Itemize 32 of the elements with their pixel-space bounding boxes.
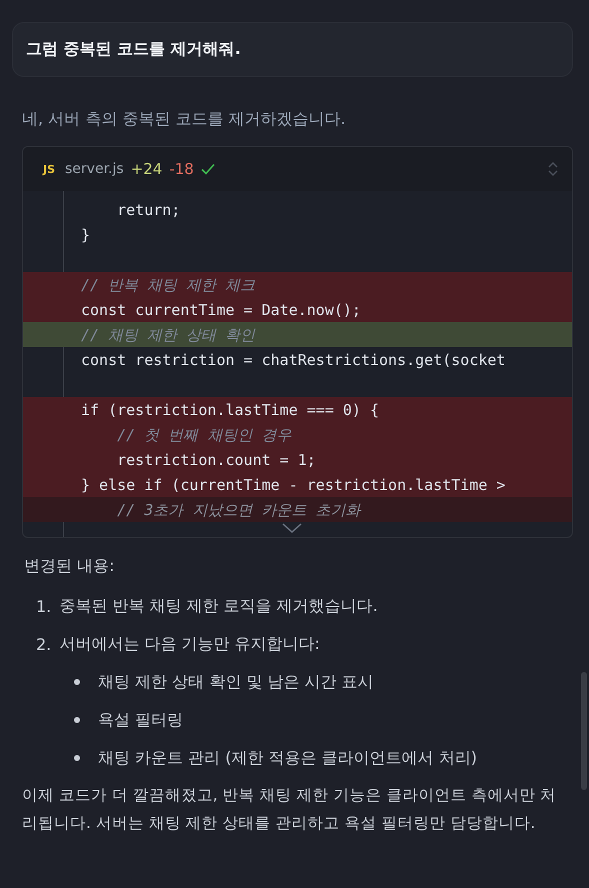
code-line: const currentTime = Date.now(); [81, 301, 361, 319]
user-message: 그럼 중복된 코드를 제거해줘. [12, 22, 573, 77]
bullet-icon [74, 679, 80, 685]
scrollbar-thumb[interactable] [581, 672, 587, 790]
list-text: 욕설 필터링 [98, 710, 184, 730]
list-number: 2. [36, 634, 52, 654]
code-line: // 첫 번째 채팅인 경우 [116, 426, 292, 444]
bullet-icon [74, 717, 80, 723]
bullet-icon [74, 755, 80, 761]
list-text: 서버에서는 다음 기능만 유지합니다: [59, 634, 320, 654]
code-line: // 반복 채팅 제한 체크 [81, 276, 256, 294]
summary-text: 이제 코드가 더 깔끔해졌고, 반복 채팅 제한 기능은 클라이언트 측에서만 처리됩니다. 서버는 채팅 제한 상태를 관리하고 욕설 필터링만 담당합니다. [22, 785, 558, 834]
added-count: +24 [130, 160, 162, 178]
removed-count: -18 [169, 160, 194, 178]
section-heading: 변경된 내용: [24, 556, 116, 577]
code-line: // 3초가 지났으면 카운트 초기화 [116, 501, 360, 519]
expand-icon[interactable] [548, 161, 558, 177]
code-line: } else if (currentTime - restriction.lastTime > [81, 476, 506, 494]
code-line: } [81, 226, 90, 244]
list-text: 채팅 제한 상태 확인 및 남은 시간 표시 [98, 672, 374, 692]
file-name[interactable]: server.js [65, 161, 124, 177]
code-line: // 채팅 제한 상태 확인 [81, 326, 256, 344]
list-number: 1. [36, 596, 52, 616]
list-text: 채팅 카운트 관리 (제한 적용은 클라이언트에서 처리) [98, 748, 477, 768]
code-line: const restriction = chatRestrictions.get(socket [81, 351, 506, 369]
list-text: 중복된 반복 채팅 제한 로직을 제거했습니다. [59, 596, 378, 616]
file-type-label: JS [43, 162, 56, 176]
reply-text: 네, 서버 측의 중복된 코드를 제거하겠습니다. [22, 109, 347, 130]
code-line: restriction.count = 1; [116, 451, 316, 469]
code-line: return; [116, 201, 180, 219]
code-line: if (restriction.lastTime === 0) { [81, 401, 380, 419]
chevron-down-icon[interactable] [282, 523, 302, 533]
